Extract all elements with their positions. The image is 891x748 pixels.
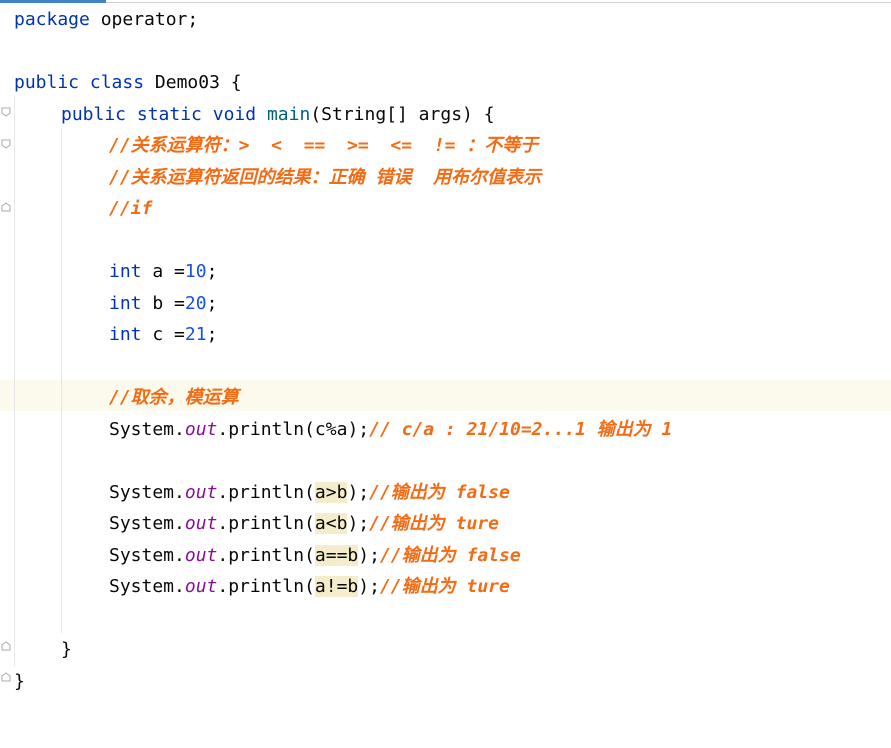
code-line[interactable]: System.out.println(a!=b);//输出为 ture: [109, 571, 510, 602]
static-field: out: [184, 544, 218, 566]
class-name: Demo03 {: [144, 72, 242, 93]
keyword: public: [61, 103, 127, 125]
closing-brace: }: [14, 670, 25, 692]
code-line[interactable]: System.out.println(a<b);//输出为 ture: [109, 508, 499, 539]
static-field: out: [184, 418, 218, 440]
code-comment: //取余，模运算: [109, 387, 239, 408]
code-line[interactable]: }: [14, 666, 25, 697]
keyword: public: [14, 72, 80, 93]
keyword: int: [109, 324, 142, 345]
number-literal: 10: [184, 261, 207, 282]
variable-name: a =: [141, 261, 185, 282]
code-comment: //输出为 false: [379, 544, 521, 566]
code-line[interactable]: //关系运算符返回的结果：正确 错误 用布尔值表示: [109, 162, 541, 193]
keyword: class: [89, 72, 145, 93]
code-line[interactable]: package operator;: [14, 4, 198, 35]
code-line[interactable]: System.out.println(c%a);// c/a : 21/10=2…: [109, 414, 672, 445]
code-text: );: [347, 513, 370, 534]
code-line[interactable]: //if: [109, 193, 152, 224]
code-comment: //输出为 false: [369, 481, 510, 503]
matched-expression: a==b: [314, 544, 359, 566]
code-comment: //if: [109, 198, 153, 219]
editor-gutter[interactable]: [0, 4, 14, 748]
fold-close-icon[interactable]: [1, 672, 11, 682]
code-line[interactable]: int b =20;: [109, 288, 217, 319]
code-text: operator;: [89, 9, 199, 30]
code-line[interactable]: //取余，模运算: [109, 382, 239, 413]
code-text: );: [358, 544, 380, 566]
code-line[interactable]: System.out.println(a==b);//输出为 false: [109, 540, 521, 571]
number-literal: 20: [184, 292, 207, 314]
matched-expression: a>b: [314, 481, 348, 503]
code-line[interactable]: //关系运算符：> < == >= <= != ：不等于: [109, 130, 538, 161]
keyword: void: [212, 103, 257, 125]
class-name: System.: [109, 544, 185, 566]
method-call: .println(: [217, 481, 315, 503]
code-comment: //关系运算符：> < == >= <= != ：不等于: [109, 135, 539, 156]
code-text: ;: [206, 292, 218, 314]
code-comment: //关系运算符返回的结果：正确 错误 用布尔值表示: [109, 166, 542, 188]
static-field: out: [184, 576, 218, 597]
keyword: int: [109, 292, 142, 314]
code-comment: // c/a : 21/10=2...1 输出为 1: [369, 418, 673, 440]
code-line[interactable]: public class Demo03 {: [14, 67, 242, 98]
variable-name: c =: [141, 324, 185, 345]
fold-close-icon[interactable]: [1, 202, 11, 212]
class-name: System.: [109, 418, 185, 440]
indent-guide: [14, 96, 15, 666]
code-comment: //输出为 ture: [379, 576, 510, 597]
editor-tab-bar: [0, 0, 891, 3]
static-field: out: [184, 481, 218, 503]
matched-expression: c%a: [314, 418, 348, 440]
fold-close-icon[interactable]: [1, 641, 11, 651]
static-field: out: [184, 513, 218, 534]
code-line[interactable]: }: [61, 634, 72, 665]
method-call: .println(: [217, 544, 315, 566]
code-line[interactable]: System.out.println(a>b);//输出为 false: [109, 477, 510, 508]
active-tab-indicator[interactable]: [0, 0, 106, 3]
indent-guide: [61, 128, 62, 633]
code-text: );: [358, 576, 380, 597]
code-line[interactable]: int c =21;: [109, 319, 217, 350]
code-text: ;: [206, 324, 218, 345]
method-call: .println(: [217, 418, 315, 440]
class-name: System.: [109, 481, 185, 503]
matched-expression: a<b: [314, 513, 348, 534]
method-call: .println(: [217, 576, 315, 597]
number-literal: 21: [184, 324, 207, 345]
class-name: System.: [109, 513, 185, 534]
method-call: .println(: [217, 513, 315, 534]
code-text: );: [347, 481, 370, 503]
keyword: static: [136, 103, 202, 125]
class-name: System.: [109, 576, 185, 597]
code-line[interactable]: int a =10;: [109, 256, 217, 287]
keyword: int: [109, 261, 142, 282]
fold-open-icon[interactable]: [1, 107, 11, 117]
keyword: package: [14, 9, 90, 30]
code-text: (String[] args) {: [310, 103, 495, 125]
matched-expression: a!=b: [314, 576, 359, 597]
closing-brace: }: [61, 639, 72, 660]
code-line[interactable]: public static void main(String[] args) {: [61, 99, 495, 130]
code-text: ;: [206, 261, 218, 282]
method-name: main: [266, 103, 311, 125]
code-text: );: [347, 418, 370, 440]
variable-name: b =: [141, 292, 185, 314]
fold-open-icon[interactable]: [1, 139, 11, 149]
code-comment: //输出为 ture: [369, 513, 499, 534]
